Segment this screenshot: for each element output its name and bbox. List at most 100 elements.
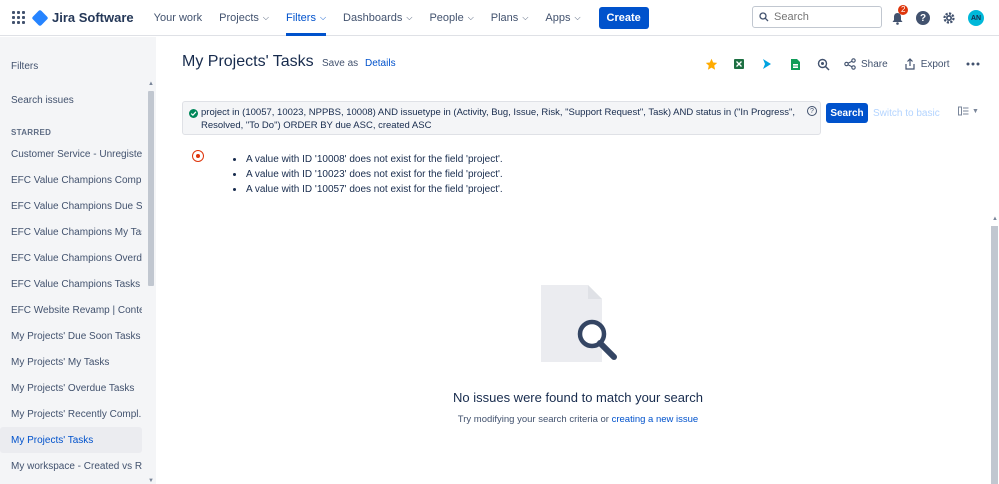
sidebar-filter-item[interactable]: My Projects' Due Soon Tasks	[0, 323, 142, 349]
notification-badge: 2	[898, 5, 909, 15]
search-badge-icon	[817, 58, 830, 71]
page-title: My Projects' Tasks	[182, 53, 314, 70]
nav-item-label: Filters	[286, 11, 316, 24]
sidebar-filter-item[interactable]: My Projects' Overdue Tasks	[0, 375, 142, 401]
details-link[interactable]: Details	[365, 58, 396, 69]
save-as-button[interactable]: Save as	[322, 58, 358, 69]
app-action-button[interactable]	[816, 57, 830, 71]
create-issue-link[interactable]: creating a new issue	[612, 414, 699, 425]
top-right-icons: 2 ? AN	[890, 0, 984, 36]
nav-item-label: Your work	[153, 11, 203, 24]
user-avatar[interactable]: AN	[968, 10, 984, 26]
sidebar-filter-item[interactable]: EFC Value Champions My Tas...	[0, 219, 142, 245]
nav-item-projects[interactable]: Projects ⌵	[219, 0, 269, 36]
sidebar-scroll-thumb[interactable]	[148, 91, 154, 286]
empty-state-subtitle: Try modifying your search criteria or cr…	[340, 414, 816, 425]
app-name: Jira Software	[52, 10, 134, 25]
nav-item-plans[interactable]: Plans ⌵	[491, 0, 529, 36]
share-button[interactable]: Share	[844, 58, 888, 70]
star-filter-button[interactable]	[704, 57, 718, 71]
sidebar-filter-item[interactable]: My Projects' My Tasks	[0, 349, 142, 375]
jql-help-icon[interactable]: ?	[807, 106, 817, 116]
power-automate-button[interactable]	[760, 57, 774, 71]
nav-item-people[interactable]: People ⌵	[429, 0, 473, 36]
nav-item-label: Projects	[219, 11, 259, 24]
sidebar-title: Filters	[11, 61, 39, 72]
more-icon	[966, 62, 980, 66]
search-button[interactable]: Search	[826, 103, 868, 123]
chevron-down-icon: ⌵	[522, 12, 529, 22]
error-message: A value with ID '10023' does not exist f…	[233, 167, 503, 182]
chevron-down-icon: ⌵	[406, 12, 413, 22]
jql-editor[interactable]: project in (10057, 10023, NPPBS, 10008) …	[182, 101, 821, 135]
arrow-play-icon	[763, 59, 771, 69]
list-view-icon	[958, 106, 969, 116]
chevron-down-icon: ⌵	[467, 12, 474, 22]
gear-icon	[943, 12, 955, 24]
sidebar-filter-item[interactable]: Customer Service - Unregiste...	[0, 141, 142, 167]
sidebar-filter-item[interactable]: EFC Value Champions Due S...	[0, 193, 142, 219]
sidebar-filter-item[interactable]: EFC Value Champions Compl...	[0, 167, 142, 193]
nav-item-label: Plans	[490, 11, 519, 24]
nav-item-label: Dashboards	[343, 11, 403, 24]
export-icon	[905, 58, 915, 70]
error-message: A value with ID '10008' does not exist f…	[233, 152, 503, 167]
switch-to-basic-link[interactable]: Switch to basic	[873, 108, 940, 119]
chevron-down-icon: ⌵	[319, 12, 327, 22]
more-actions-button[interactable]	[966, 57, 980, 71]
sidebar-starred-heading: STARRED	[11, 128, 52, 137]
sidebar-filter-item[interactable]: EFC Value Champions Overd...	[0, 245, 142, 271]
layout-switcher[interactable]: ▼	[958, 106, 979, 116]
error-message: A value with ID '10057' does not exist f…	[233, 182, 503, 197]
app-switcher-icon[interactable]	[12, 10, 26, 25]
error-icon	[192, 150, 204, 162]
sidebar-filter-item[interactable]: My Projects' Recently Compl...	[0, 401, 142, 427]
share-label: Share	[861, 58, 888, 70]
share-icon	[844, 58, 856, 70]
create-button[interactable]: Create	[598, 6, 649, 29]
export-label: Export	[920, 58, 950, 70]
sheets-icon	[790, 58, 800, 70]
scroll-down-icon[interactable]: ▼	[148, 478, 154, 484]
scroll-up-icon[interactable]: ▲	[992, 216, 998, 222]
excel-export-button[interactable]	[732, 57, 746, 71]
nav-item-apps[interactable]: Apps ⌵	[545, 0, 580, 36]
nav-items: Your work Projects ⌵ Filters ⌵ Dashboards ⌵ Peo…	[154, 0, 598, 36]
excel-icon	[734, 59, 744, 69]
main-scrollbar[interactable]: ▲	[990, 216, 999, 484]
sidebar-filter-item[interactable]: My workspace - Created vs R...	[0, 453, 142, 479]
help-button[interactable]: ?	[916, 11, 930, 25]
notifications-button[interactable]: 2	[890, 5, 909, 25]
sidebar-filter-item[interactable]: My Projects' Tasks	[0, 427, 142, 453]
nav-item-filters[interactable]: Filters ⌵	[286, 0, 327, 36]
no-results-illustration	[541, 285, 617, 362]
filter-toolbar: Share Export	[704, 55, 994, 73]
empty-state-title: No issues were found to match your searc…	[452, 390, 703, 405]
nav-item-dashboards[interactable]: Dashboards ⌵	[343, 0, 412, 36]
google-sheets-button[interactable]	[788, 57, 802, 71]
sidebar-search-issues[interactable]: Search issues	[11, 95, 74, 106]
jira-logo-icon	[31, 9, 49, 26]
sidebar-filter-item[interactable]: EFC Website Revamp | Conte...	[0, 297, 142, 323]
jira-logo[interactable]: Jira Software	[31, 9, 134, 26]
chevron-down-icon: ⌵	[574, 12, 581, 22]
help-icon: ?	[916, 11, 930, 25]
chevron-down-icon: ⌵	[262, 12, 269, 22]
global-search-input[interactable]	[774, 11, 874, 23]
nav-item-label: Apps	[545, 11, 571, 24]
filters-sidebar: Filters Search issues STARRED Customer S…	[0, 37, 156, 484]
chevron-down-icon: ▼	[972, 107, 979, 115]
main-scroll-thumb[interactable]	[991, 226, 998, 484]
search-icon	[759, 12, 769, 22]
jql-valid-icon	[189, 109, 198, 118]
sidebar-scrollbar[interactable]: ▲ ▼	[147, 81, 155, 484]
sidebar-filter-item[interactable]: EFC Value Champions Tasks	[0, 271, 142, 297]
settings-button[interactable]	[942, 11, 956, 25]
jql-error-list: A value with ID '10008' does not exist f…	[233, 152, 503, 197]
global-search[interactable]	[752, 6, 882, 28]
jql-query-text[interactable]: project in (10057, 10023, NPPBS, 10008) …	[201, 107, 807, 132]
scroll-up-icon[interactable]: ▲	[148, 81, 154, 87]
nav-item-label: People	[429, 11, 464, 24]
export-button[interactable]: Export	[904, 58, 950, 70]
nav-item-your-work[interactable]: Your work	[154, 0, 203, 36]
